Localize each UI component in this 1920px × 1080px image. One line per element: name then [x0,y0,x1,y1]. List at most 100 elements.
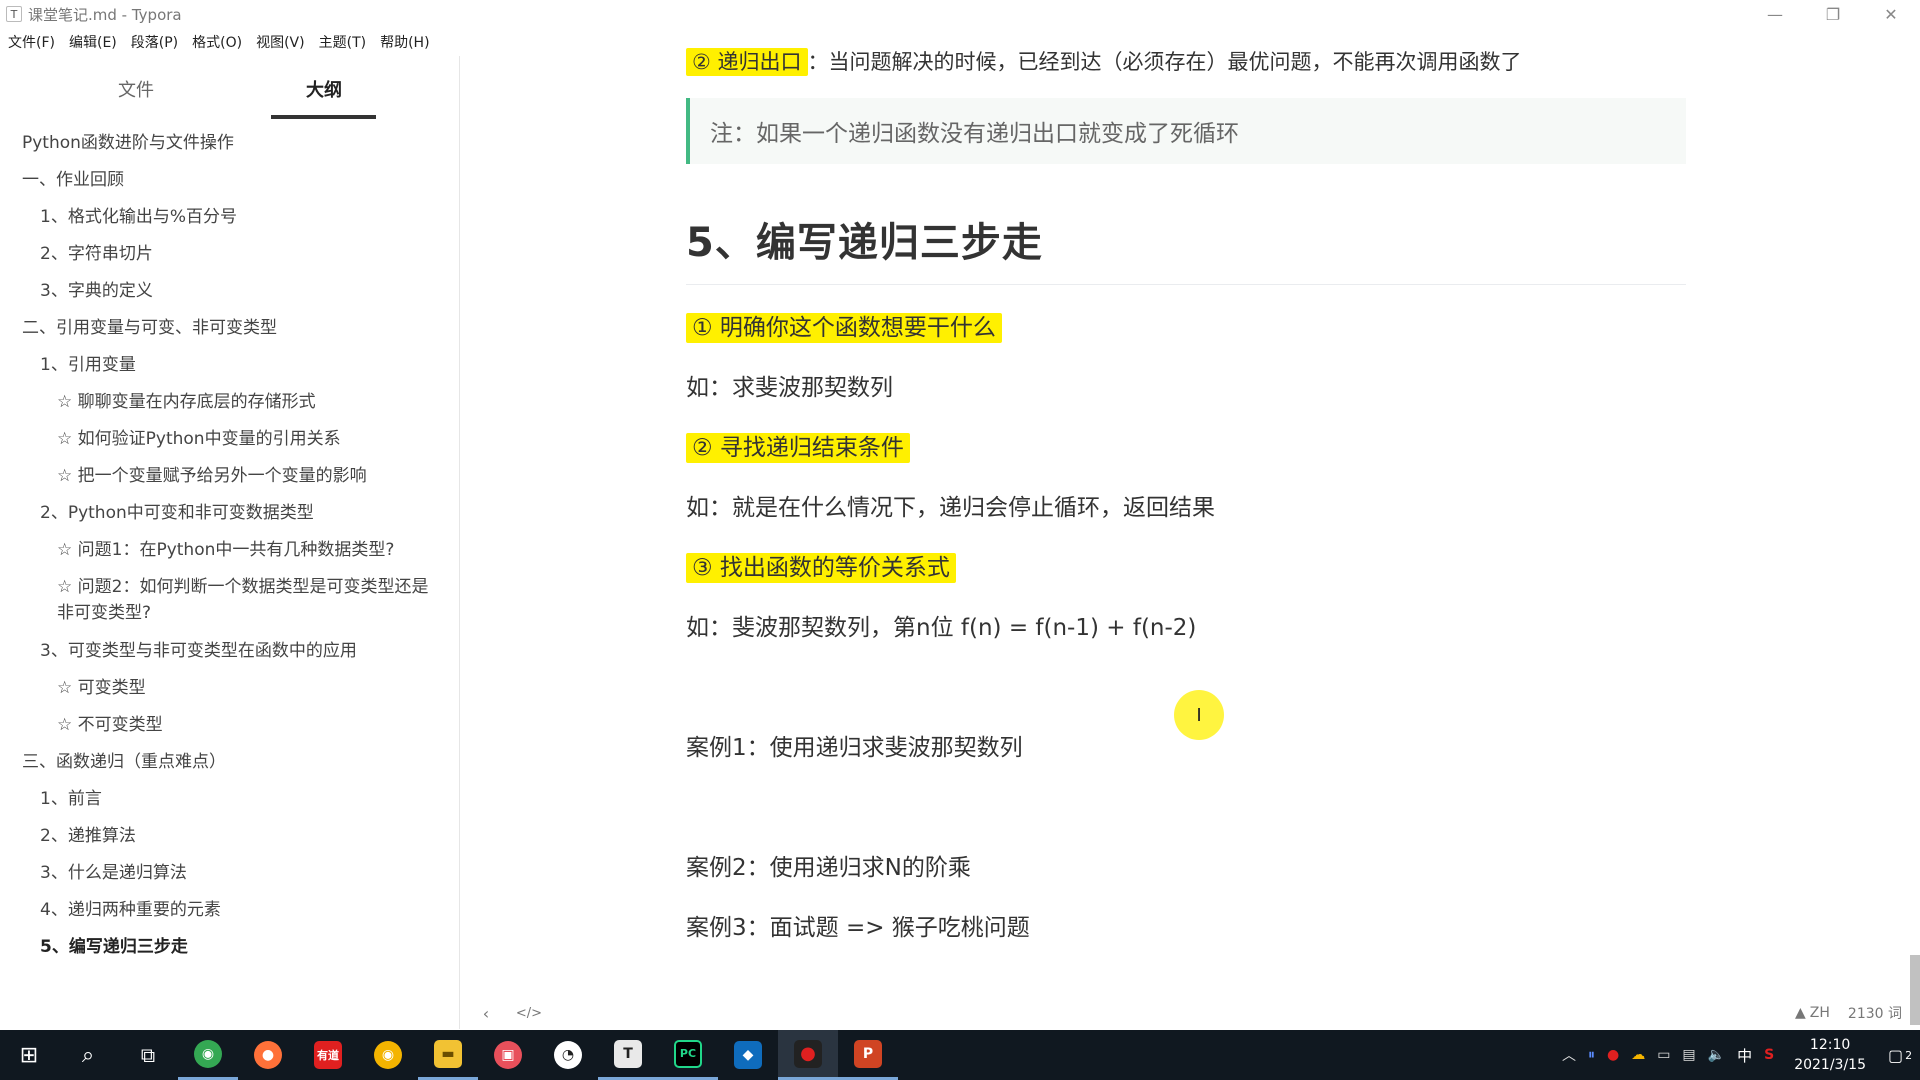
outline-item[interactable]: 3、可变类型与非可变类型在函数中的应用 [40,638,357,664]
outline-item[interactable]: ☆ 聊聊变量在内存底层的存储形式 [57,389,316,415]
chrome-canary-icon[interactable]: ◉ [358,1030,418,1080]
outline-item[interactable]: 4、递归两种重要的元素 [40,897,221,923]
title-bar: T 课堂笔记.md - Typora — ❐ ✕ [0,0,1920,28]
outline-item[interactable]: 1、引用变量 [40,352,136,378]
recursion-exit-text: ：当问题解决的时候，已经到达（必须存在）最优问题，不能再次调用函数了 [807,50,1522,74]
step2-highlight: ② 寻找递归结束条件 [686,433,910,463]
windows-taskbar: ⊞ ⌕ ⧉ ◉ ● 有道 ◉ ▬ ▣ ◔ T PC ◆ ● P ︿ ⏸ ● ☁ … [0,1030,1920,1080]
cursor-highlight: I [1174,690,1224,740]
case3-text: 案例3：面试题 => 猴子吃桃问题 [686,915,1030,941]
menu-edit[interactable]: 编辑(E) [69,32,117,52]
step1-example: 如：求斐波那契数列 [686,375,893,401]
youdao-glyph: 有道 [314,1041,342,1069]
outline-item[interactable]: 2、字符串切片 [40,241,153,267]
window-title: 课堂笔记.md - Typora [28,5,182,24]
outline-item[interactable]: 3、什么是递归算法 [40,860,187,886]
outline-item[interactable]: 2、Python中可变和非可变数据类型 [40,500,314,526]
step1-line: ① 明确你这个函数想要干什么 [686,308,1002,343]
word-count[interactable]: 2130 词 [1848,1003,1902,1023]
vscode-icon[interactable]: ◆ [718,1030,778,1080]
system-clock[interactable]: 12:10 2021/3/15 [1794,1035,1866,1075]
outline-item[interactable]: ☆ 把一个变量赋予给另外一个变量的影响 [57,463,367,489]
note-blockquote: 注：如果一个递归函数没有递归出口就变成了死循环 [686,98,1686,164]
system-tray: ︿ ⏸ ● ☁ ▭ ▤ 🔈 中 S 12:10 2021/3/15 ▢ 2 [1556,1030,1920,1080]
outline-item[interactable]: ☆ 如何验证Python中变量的引用关系 [57,426,341,452]
status-bar: ‹ </> ▲ ZH 2130 词 [460,998,1920,1028]
heading-divider [686,284,1686,285]
sidebar-tabs: 文件 大纲 [0,56,459,120]
search-icon[interactable]: ⌕ [58,1030,118,1080]
menu-help[interactable]: 帮助(H) [380,32,429,52]
outline-item[interactable]: 三、函数递归（重点难点） [22,749,226,775]
minimize-button[interactable]: — [1746,0,1804,28]
outline-item[interactable]: ☆ 可变类型 [57,675,146,701]
source-mode-button[interactable]: </> [512,1006,546,1021]
typora-icon[interactable]: T [598,1030,658,1080]
note-text: 注：如果一个递归函数没有递归出口就变成了死循环 [710,121,1239,147]
outline-item[interactable]: 3、字典的定义 [40,278,153,304]
restore-button[interactable]: ❐ [1804,0,1862,28]
sogou-icon[interactable]: S [1764,1047,1774,1063]
warning-icon: ▲ [1795,1005,1806,1021]
record-icon[interactable]: ● [1607,1047,1619,1063]
notification-center-icon[interactable]: ▢ 2 [1880,1030,1920,1080]
windows-icon[interactable]: ⊞ [0,1030,58,1080]
step2-line: ② 寻找递归结束条件 [686,428,910,463]
pause-icon[interactable]: ⏸ [1588,1047,1595,1063]
pycharm-icon[interactable]: PC [658,1030,718,1080]
status-right: ▲ ZH 2130 词 [1795,998,1920,1028]
menu-view[interactable]: 视图(V) [256,32,305,52]
powerpoint-glyph: P [854,1039,882,1068]
step3-line: ③ 找出函数的等价关系式 [686,548,956,583]
toggle-sidebar-button[interactable]: ‹ [474,1004,498,1023]
text-cursor-icon: I [1196,704,1202,726]
step1-highlight: ① 明确你这个函数想要干什么 [686,313,1002,343]
outline-item[interactable]: 1、前言 [40,786,102,812]
clock-time: 12:10 [1809,1037,1851,1053]
outline-item[interactable]: Python函数进阶与文件操作 [22,130,234,156]
outline-item[interactable]: 一、作业回顾 [22,167,124,193]
outline-item[interactable]: ☆ 问题2：如何判断一个数据类型是可变类型还是非可变类型? [57,574,437,626]
clock-app-icon[interactable]: ◔ [538,1030,598,1080]
close-button[interactable]: ✕ [1862,0,1920,28]
recorder-glyph: ● [794,1039,822,1068]
spellcheck-language[interactable]: ▲ ZH [1795,1005,1830,1021]
notification-icon: ▢ [1887,1045,1904,1065]
outline-item-active[interactable]: 5、编写递归三步走 [40,934,188,960]
screen-recorder-icon[interactable]: ▣ [478,1030,538,1080]
network-icon[interactable]: ▤ [1682,1047,1695,1063]
menu-paragraph[interactable]: 段落(P) [131,32,178,52]
outline-item[interactable]: 二、引用变量与可变、非可变类型 [22,315,277,341]
menu-file[interactable]: 文件(F) [8,32,55,52]
battery-icon[interactable]: ▭ [1657,1047,1670,1063]
step3-example: 如：斐波那契数列，第n位 f(n) = f(n-1) + f(n-2) [686,615,1197,641]
recorder-icon[interactable]: ● [778,1030,838,1080]
sidebar: 文件 大纲 Python函数进阶与文件操作 一、作业回顾 1、格式化输出与%百分… [0,56,460,1029]
outline-item[interactable]: ☆ 问题1：在Python中一共有几种数据类型? [57,537,394,563]
highlight-recursion-exit: ② 递归出口 [686,48,808,76]
task-view-icon[interactable]: ⧉ [118,1030,178,1080]
volume-icon[interactable]: 🔈 [1708,1047,1725,1063]
tab-outline[interactable]: 大纲 [306,76,342,102]
file-explorer-icon[interactable]: ▬ [418,1030,478,1080]
clock-date: 2021/3/15 [1794,1057,1866,1073]
chrome-icon[interactable]: ◉ [178,1030,238,1080]
outline-item[interactable]: 2、递推算法 [40,823,136,849]
tab-files[interactable]: 文件 [118,76,154,102]
typora-app-icon: T [6,6,22,22]
section-heading: 5、编写递归三步走 [686,220,1043,266]
ime-indicator[interactable]: 中 [1737,1045,1752,1066]
active-tab-indicator [271,115,376,119]
outline-item[interactable]: ☆ 不可变类型 [57,712,163,738]
cloud-icon[interactable]: ☁ [1631,1047,1645,1063]
firefox-icon[interactable]: ● [238,1030,298,1080]
notification-count: 2 [1905,1048,1913,1062]
powerpoint-icon[interactable]: P [838,1030,898,1080]
menu-theme[interactable]: 主题(T) [319,32,366,52]
menu-format[interactable]: 格式(O) [192,32,242,52]
menu-bar: 文件(F) 编辑(E) 段落(P) 格式(O) 视图(V) 主题(T) 帮助(H… [0,30,436,54]
outline-item[interactable]: 1、格式化输出与%百分号 [40,204,237,230]
file-explorer-glyph: ▬ [434,1039,462,1068]
youdao-icon[interactable]: 有道 [298,1030,358,1080]
chevron-up-icon[interactable]: ︿ [1562,1045,1576,1065]
